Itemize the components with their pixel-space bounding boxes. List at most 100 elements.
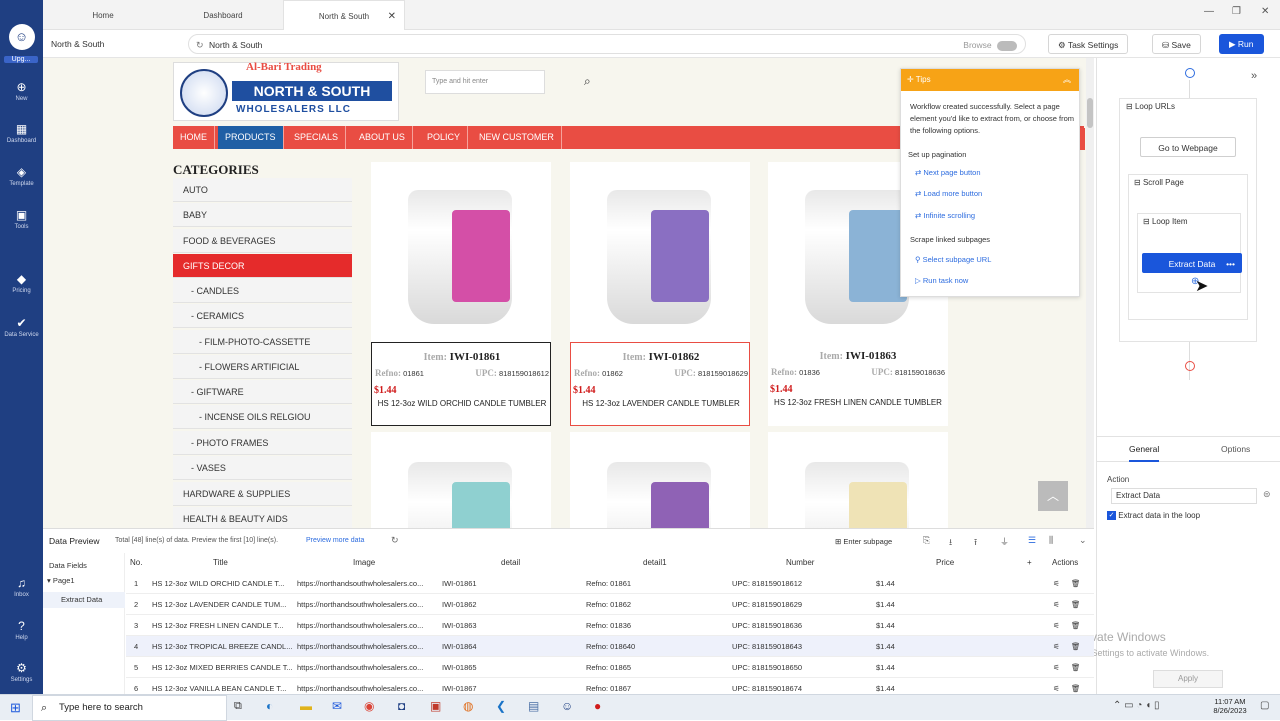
category-item[interactable]: BABY	[173, 203, 352, 227]
tab-home[interactable]: Home	[43, 0, 163, 30]
browser-icon[interactable]: ◍	[463, 699, 473, 713]
rail-inbox[interactable]: ♫ Inbox	[0, 576, 43, 598]
chevron-down-icon[interactable]: ⌄	[1079, 535, 1087, 546]
close-icon[interactable]: ✕	[388, 1, 396, 32]
minimize-icon[interactable]: —	[1204, 6, 1214, 17]
nav-home[interactable]: HOME	[173, 126, 215, 149]
page-scrollbar[interactable]	[1086, 58, 1094, 528]
product-card[interactable]: Item: IWI-01862 Refno: 01862 UPC: 8181590…	[570, 162, 750, 426]
trash-icon[interactable]: 🗑	[1071, 636, 1081, 657]
save-button[interactable]: ⛁ Save	[1152, 34, 1201, 54]
recorder-icon[interactable]: ●	[594, 699, 601, 713]
reload-icon[interactable]: ↻	[196, 35, 204, 55]
product-card[interactable]: Item: IWI-01861 Refno: 01861 UPC: 8181590…	[371, 162, 551, 426]
browse-toggle[interactable]	[997, 40, 1017, 51]
rail-help[interactable]: ? Help	[0, 619, 43, 641]
table-row[interactable]: 6 HS 12-3oz VANILLA BEAN CANDLE T... htt…	[126, 678, 1094, 695]
row-edit-icon[interactable]: ⚟	[1053, 657, 1060, 678]
taskbar-search[interactable]: ⌕ Type here to search	[32, 695, 227, 721]
loop-item-box[interactable]: ⊟ Loop Item Extract Data ••• ⊕	[1137, 213, 1242, 293]
run-task-link[interactable]: ▷ Run task now	[915, 276, 968, 285]
table-row-hover[interactable]: 4 HS 12-3oz TROPICAL BREEZE CANDL... htt…	[126, 636, 1094, 657]
scroll-page-box[interactable]: ⊟ Scroll Page ⊟ Loop Item Extract Data •…	[1128, 174, 1248, 320]
col-price[interactable]: Price	[936, 553, 954, 573]
app-icon[interactable]: ▤	[528, 699, 539, 713]
site-logo[interactable]: Al-Bari Trading NORTH & SOUTH WHOLESALER…	[173, 61, 399, 121]
rail-data-service[interactable]: ✔ Data Service	[0, 316, 43, 338]
category-item[interactable]: - FILM-PHOTO-CASSETTE	[173, 330, 352, 354]
col-detail1[interactable]: detail1	[643, 553, 667, 573]
extract-in-loop-checkbox[interactable]: ✓ Extract data in the loop	[1107, 511, 1200, 521]
col-number[interactable]: Number	[786, 553, 814, 573]
tab-north-south[interactable]: North & South ✕	[283, 0, 405, 30]
select-subpage-link[interactable]: ⚲ Select subpage URL	[915, 255, 991, 264]
table-row[interactable]: 2 HS 12-3oz LAVENDER CANDLE TUM... https…	[126, 594, 1094, 615]
enter-subpage-button[interactable]: ⊞ Enter subpage	[835, 537, 892, 546]
chrome-icon[interactable]: ◉	[364, 699, 374, 713]
notifications-icon[interactable]: ▢	[1260, 700, 1269, 711]
extract-data-node[interactable]: Extract Data •••	[1142, 253, 1242, 273]
nav-specials[interactable]: SPECIALS	[287, 126, 347, 149]
loop-urls-box[interactable]: ⊟ Loop URLs Go to Webpage ⊟ Scroll Page …	[1119, 98, 1257, 342]
page-scrollbar-thumb[interactable]	[1087, 98, 1093, 128]
vscode-icon[interactable]: ❮	[496, 699, 506, 713]
trash-icon[interactable]: 🗑	[1071, 573, 1081, 594]
rail-pricing[interactable]: ◆ Pricing	[0, 272, 43, 294]
settings-icon[interactable]: ⊜	[1263, 489, 1271, 500]
nav-new-customer[interactable]: NEW CUSTOMER	[472, 126, 562, 149]
category-item[interactable]: - VASES	[173, 456, 352, 480]
export-icon[interactable]: ⭳	[949, 535, 952, 551]
mail-icon[interactable]: ✉	[332, 699, 342, 713]
add-column-icon[interactable]: +	[1027, 553, 1032, 573]
category-item[interactable]: - CANDLES	[173, 279, 352, 303]
category-item[interactable]: - PHOTO FRAMES	[173, 431, 352, 455]
vpn-icon[interactable]: ◘	[398, 699, 405, 713]
col-title[interactable]: Title	[213, 553, 228, 573]
row-edit-icon[interactable]: ⚟	[1053, 594, 1060, 615]
maximize-icon[interactable]: ❐	[1232, 6, 1241, 17]
nav-policy[interactable]: POLICY	[420, 126, 469, 149]
nav-about[interactable]: ABOUT US	[352, 126, 413, 149]
account-avatar[interactable]: ☺ Upg...	[0, 24, 43, 63]
category-item[interactable]: - INCENSE OILS RELGIOU	[173, 405, 352, 429]
file-explorer-icon[interactable]: ▬	[300, 699, 312, 713]
more-icon[interactable]: •••	[1226, 254, 1235, 274]
trash-icon[interactable]: 🗑	[1071, 594, 1081, 615]
collapse-panel-icon[interactable]: »	[1251, 70, 1257, 82]
go-to-webpage-node[interactable]: Go to Webpage	[1140, 137, 1236, 157]
collapse-icon[interactable]: ︽	[1063, 69, 1071, 91]
category-item[interactable]: - CERAMICS	[173, 304, 352, 328]
rail-new[interactable]: ⊕ New	[0, 80, 43, 102]
collapse-icon[interactable]: ⊟	[1143, 217, 1152, 226]
scroll-top-button[interactable]: ︿	[1038, 481, 1068, 511]
preview-more-link[interactable]: Preview more data	[306, 537, 364, 544]
window-close-icon[interactable]: ✕	[1261, 6, 1269, 17]
category-item-active[interactable]: GIFTS DECOR	[173, 254, 352, 278]
apply-button[interactable]: Apply	[1153, 670, 1223, 688]
task-settings-button[interactable]: ⚙ Task Settings	[1048, 34, 1129, 54]
windows-start-icon[interactable]: ⊞	[10, 700, 21, 716]
tab-general[interactable]: General	[1129, 444, 1160, 462]
category-item[interactable]: AUTO	[173, 178, 352, 202]
tab-dashboard[interactable]: Dashboard	[163, 0, 283, 30]
row-edit-icon[interactable]: ⚟	[1053, 573, 1060, 594]
category-item[interactable]: FOOD & BEVERAGES	[173, 229, 352, 253]
load-more-link[interactable]: ⇄ Load more button	[915, 189, 982, 198]
site-search-input[interactable]: Type and hit enter	[425, 70, 545, 94]
column-view-icon[interactable]: ⫼	[1049, 535, 1053, 546]
category-item[interactable]: - GIFTWARE	[173, 380, 352, 404]
infinite-scroll-link[interactable]: ⇄ Infinite scrolling	[915, 211, 975, 220]
category-item[interactable]: HARDWARE & SUPPLIES	[173, 482, 352, 506]
row-edit-icon[interactable]: ⚟	[1053, 615, 1060, 636]
row-edit-icon[interactable]: ⚟	[1053, 636, 1060, 657]
category-item[interactable]: - FLOWERS ARTIFICIAL	[173, 355, 352, 379]
url-bar[interactable]: ↻ North & South Browse	[188, 34, 1026, 54]
rail-template[interactable]: ◈ Template	[0, 165, 43, 187]
table-row[interactable]: 1 HS 12-3oz WILD ORCHID CANDLE T... http…	[126, 573, 1094, 594]
table-row[interactable]: 3 HS 12-3oz FRESH LINEN CANDLE T... http…	[126, 615, 1094, 636]
rail-dashboard[interactable]: ▦ Dashboard	[0, 122, 43, 144]
taskbar-clock[interactable]: 11:07 AM 8/26/2023	[1205, 697, 1255, 715]
system-tray-icons[interactable]: ⌃ ▭ ◔ ◖ ▯	[1113, 700, 1160, 711]
filter-icon[interactable]: ⏚	[1000, 535, 1009, 548]
refresh-icon[interactable]: ↻	[391, 535, 399, 546]
